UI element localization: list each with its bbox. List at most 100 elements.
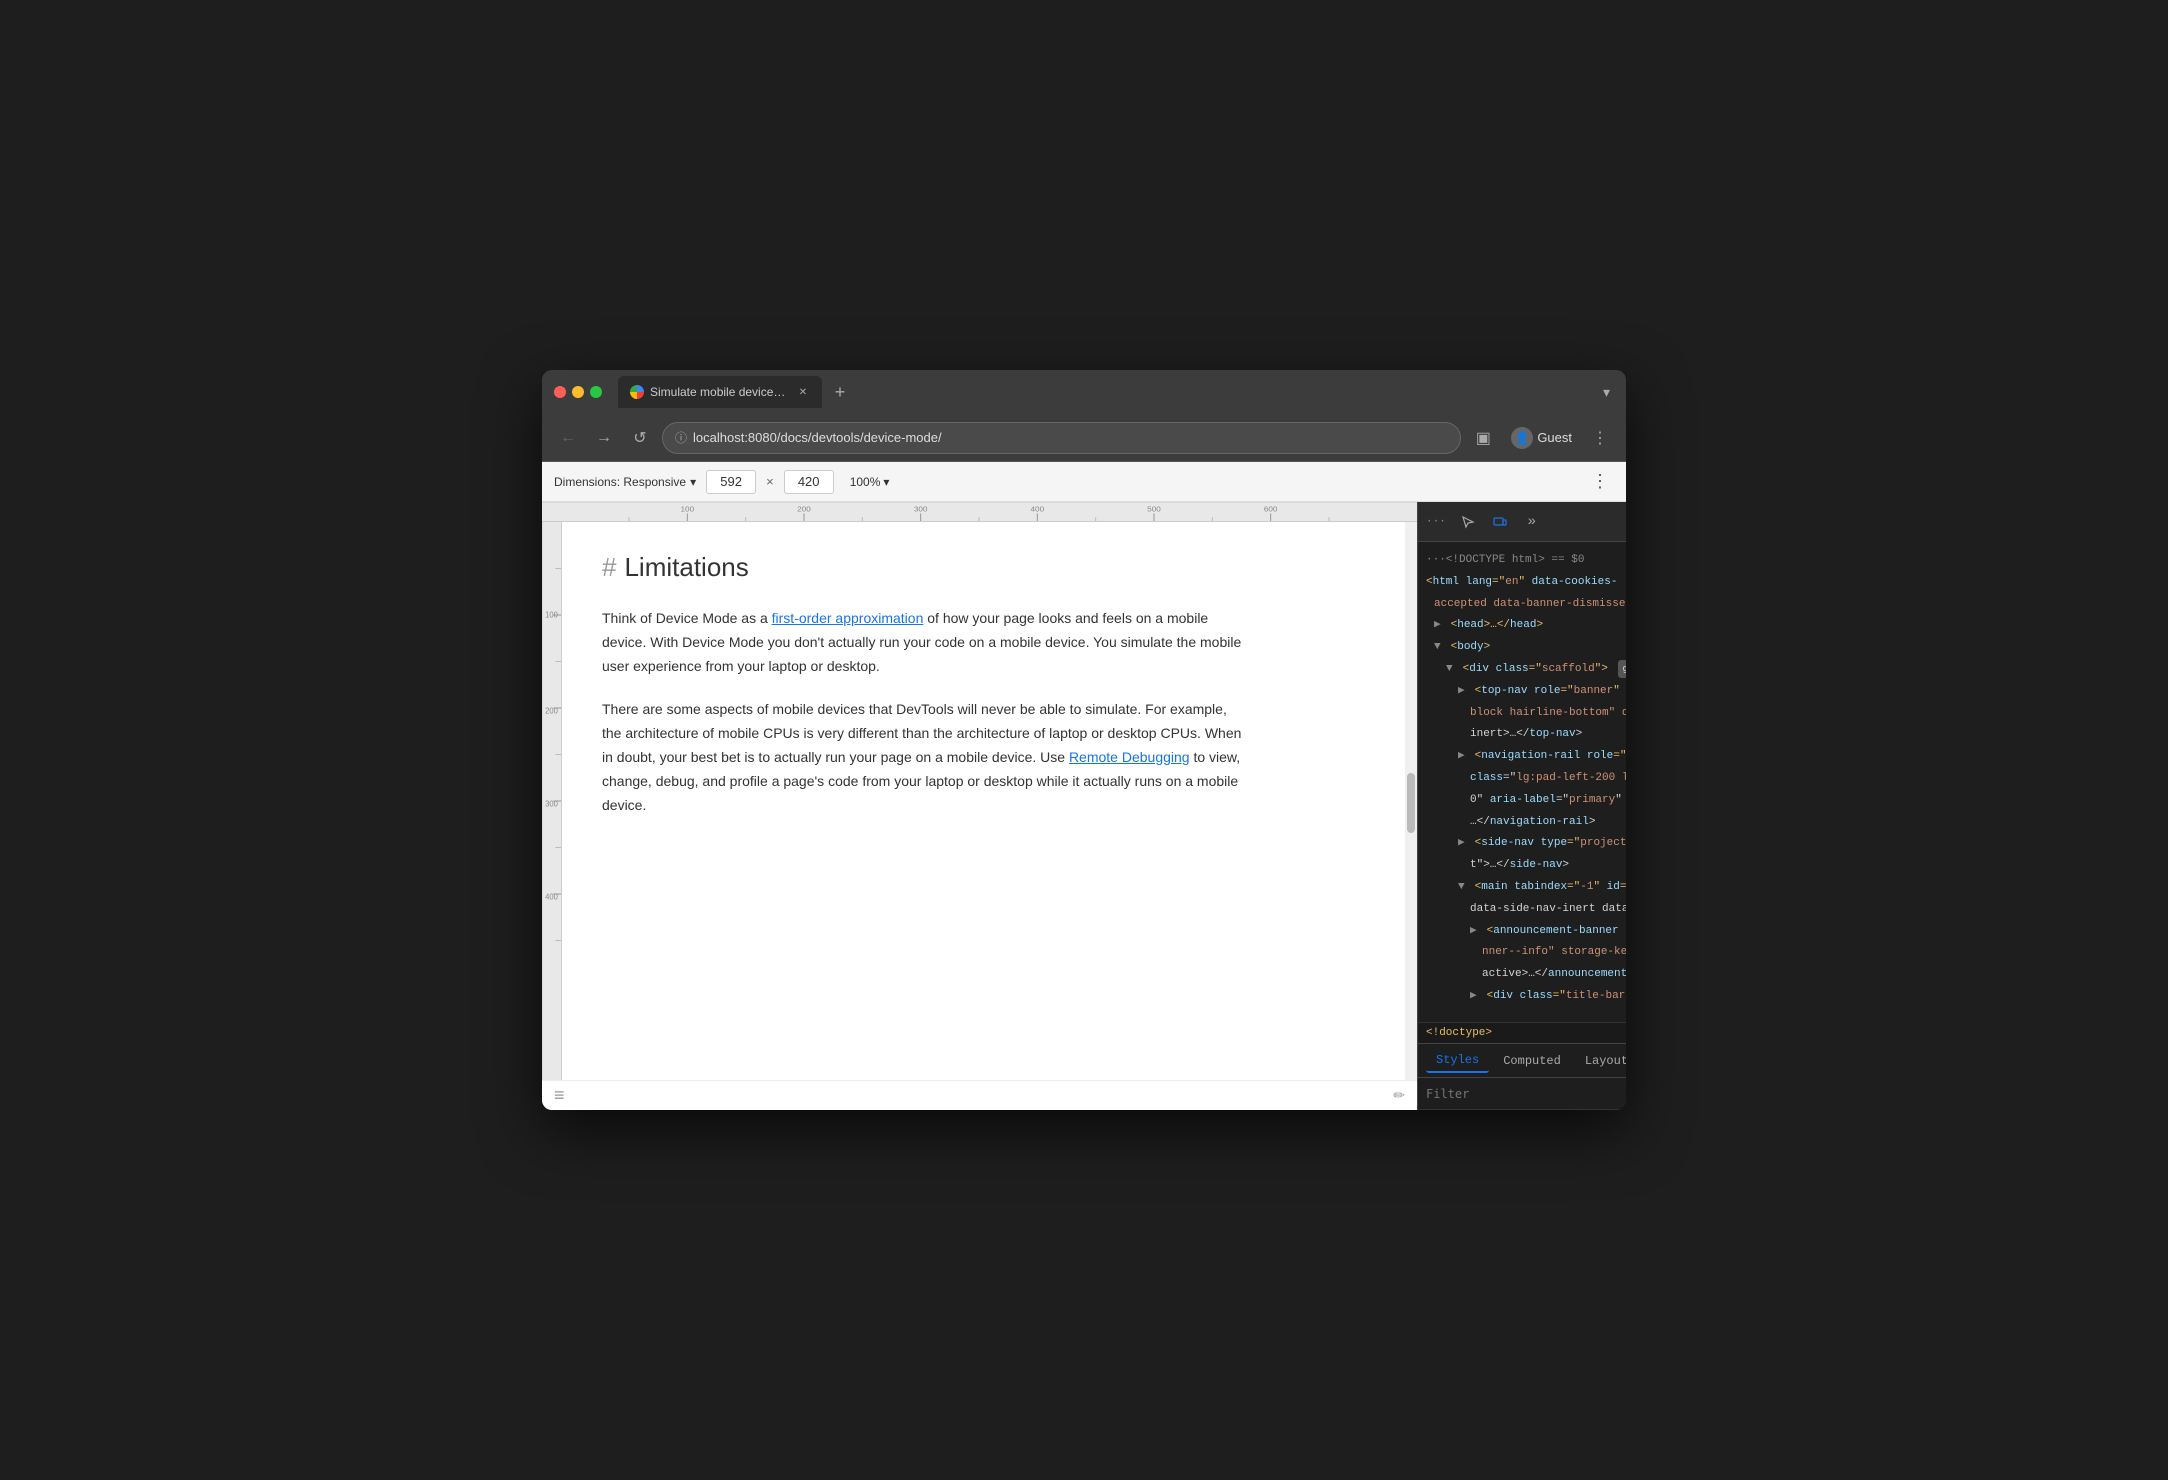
tree-line-head[interactable]: ▶ <head>…</head> [1418,615,1626,637]
width-input[interactable] [706,470,756,494]
svg-text:200: 200 [545,706,558,715]
height-input[interactable] [784,470,834,494]
maximize-window-button[interactable] [590,386,602,398]
forward-button[interactable]: → [590,424,618,452]
toolbar-more-button[interactable]: ⋮ [1586,468,1614,496]
tabs-area: Simulate mobile devices with D ✕ + [618,376,1591,408]
svg-text:100: 100 [681,505,695,514]
banner-active: active>…</announcement-bann [1482,968,1626,980]
tab-title: Simulate mobile devices with D [650,385,790,399]
tree-line-html-2[interactable]: accepted data-banner-dismissed> [1418,594,1626,616]
tree-line-main[interactable]: ▼ <main tabindex="-1" id="main- [1418,877,1626,899]
svg-text:100: 100 [545,610,558,619]
topnav-inert: inert>…</top-nav> [1470,728,1582,740]
close-window-button[interactable] [554,386,566,398]
tree-line-topnav-2[interactable]: block hairline-bottom" data-s [1418,703,1626,725]
main-area: 100 200 300 400 500 600 [542,502,1626,1110]
svg-text:400: 400 [545,892,558,901]
svg-text:600: 600 [1264,505,1278,514]
paragraph-1: Think of Device Mode as a first-order ap… [602,607,1242,678]
reload-button[interactable]: ↺ [626,424,654,452]
topnav-tag: <top-nav role="banner" class= [1475,685,1626,697]
dimensions-selector[interactable]: Dimensions: Responsive ▾ [554,475,696,489]
tree-line-scaffold[interactable]: ▼ <div class="scaffold"> grid [1418,659,1626,681]
topnav-class-value: block hairline-bottom" data-s [1470,707,1626,719]
body-tag: <body> [1451,641,1491,653]
dimensions-dropdown-arrow-icon: ▾ [690,475,696,489]
tree-line-banner-2[interactable]: nner--info" storage-key="us [1418,942,1626,964]
window-menu-button[interactable]: ▾ [1599,380,1614,405]
zoom-selector[interactable]: 100% ▾ [844,472,896,492]
layout-tab[interactable]: Layout [1575,1050,1626,1072]
tree-line-topnav-3[interactable]: inert>…</top-nav> [1418,724,1626,746]
more-tabs-button[interactable]: » [1518,508,1546,536]
navrail-tag: <navigation-rail role="naviga [1475,750,1626,762]
address-bar-actions: ▣ 👤 Guest ⋮ [1469,423,1614,453]
minimize-window-button[interactable] [572,386,584,398]
navrail-close: …</navigation-rail> [1470,816,1595,828]
styles-filter-bar: :hov .cls + ⊞ ◧ [1418,1078,1626,1110]
tree-line-body[interactable]: ▼ <body> [1418,637,1626,659]
remote-debugging-link[interactable]: Remote Debugging [1069,749,1190,765]
tree-line-sidenav-2[interactable]: t">…</side-nav> [1418,855,1626,877]
tree-line-doctype[interactable]: ···<!DOCTYPE html> == $0 [1418,550,1626,572]
svg-text:500: 500 [1147,505,1161,514]
svg-text:300: 300 [914,505,928,514]
sidebar-toggle-button[interactable]: ▣ [1469,424,1497,452]
profile-name: Guest [1537,430,1572,445]
tree-line-navrail-3[interactable]: 0" aria-label="primary" tabir [1418,790,1626,812]
ruler-left: 100 200 300 400 [542,522,562,1080]
security-icon: ⓘ [675,429,687,446]
tree-collapse-arrow-2: ▼ [1446,660,1456,680]
profile-button[interactable]: 👤 Guest [1503,423,1580,453]
styles-panel: Styles Computed Layout » :hov .cls + ⊞ ◧ [1418,1043,1626,1110]
doctype-text: <!doctype> [1426,1027,1492,1039]
tab-close-button[interactable]: ✕ [796,385,810,399]
tree-collapse-arrow: ▼ [1434,638,1444,658]
tree-line-topnav[interactable]: ▶ <top-nav role="banner" class= [1418,681,1626,703]
edit-icon[interactable]: ✏ [1393,1087,1405,1104]
svg-text:200: 200 [797,505,811,514]
tree-line-navrail[interactable]: ▶ <navigation-rail role="naviga [1418,746,1626,768]
url-bar[interactable]: ⓘ localhost:8080/docs/devtools/device-mo… [662,422,1461,454]
doctype-selected-line[interactable]: <!doctype> [1418,1022,1626,1043]
browser-menu-button[interactable]: ⋮ [1586,424,1614,452]
heading-hash: # [602,552,616,583]
scrollbar-thumb[interactable] [1407,773,1415,833]
grid-badge: grid [1618,660,1626,678]
inspector-button[interactable] [1454,508,1482,536]
main-tag: <main tabindex="-1" id="main- [1475,881,1626,893]
traffic-lights [554,386,602,398]
active-tab[interactable]: Simulate mobile devices with D ✕ [618,376,822,408]
viewport-panel: 100 200 300 400 500 600 [542,502,1417,1110]
tree-line-banner-3[interactable]: active>…</announcement-bann [1418,964,1626,986]
devtools-dots: ··· [1426,516,1446,528]
tree-line-navrail-2[interactable]: class="lg:pad-left-200 lg:pad [1418,768,1626,790]
computed-tab[interactable]: Computed [1493,1050,1571,1072]
tree-line-html[interactable]: <html lang="en" data-cookies- [1418,572,1626,594]
new-tab-button[interactable]: + [826,378,854,406]
tree-collapse-main: ▼ [1458,878,1468,898]
dimensions-label-text: Dimensions: Responsive [554,475,686,489]
zoom-label: 100% [850,475,881,489]
page-content-area[interactable]: # Limitations Think of Device Mode as a … [562,522,1405,1080]
tree-line-main-2[interactable]: data-side-nav-inert data-sear [1418,899,1626,921]
tree-expand-navrail: ▶ [1458,747,1468,767]
scrollbar-area[interactable] [1405,522,1417,1080]
styles-filter-input[interactable] [1426,1087,1626,1101]
tree-line-navrail-4[interactable]: …</navigation-rail> [1418,812,1626,834]
back-button[interactable]: ← [554,424,582,452]
svg-text:300: 300 [545,799,558,808]
title-bar-right: ▾ [1599,380,1614,405]
first-order-link[interactable]: first-order approximation [772,610,924,626]
url-text: localhost:8080/docs/devtools/device-mode… [693,430,1448,445]
device-mode-button[interactable] [1486,508,1514,536]
drag-handle-icon: ≡ [554,1085,567,1106]
titlebar-tag: <div class="title-bar displ [1487,990,1626,1002]
zoom-dropdown-arrow-icon: ▾ [883,475,889,489]
styles-tab[interactable]: Styles [1426,1049,1489,1073]
ruler-top: 100 200 300 400 500 600 [542,502,1417,522]
tree-line-banner[interactable]: ▶ <announcement-banner class= [1418,921,1626,943]
tree-line-titlebar[interactable]: ▶ <div class="title-bar displ [1418,986,1626,1008]
tree-line-sidenav[interactable]: ▶ <side-nav type="project" view [1418,833,1626,855]
